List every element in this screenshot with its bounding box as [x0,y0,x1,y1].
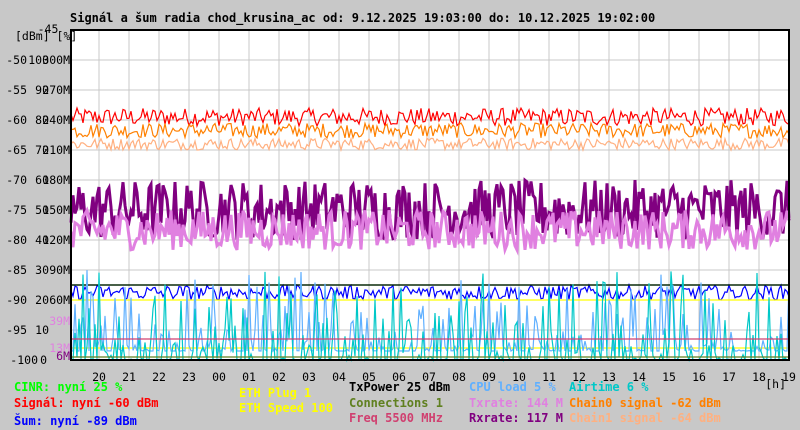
y-tick-rate: 150M [42,203,70,217]
legend-eth-speed: ETH Speed 100 [239,401,333,415]
y-tick-rate: 270M [42,83,70,97]
y-tick-dbm: -55 [6,83,27,97]
y-tick-rate: 180M [42,173,70,187]
x-tick-label: 17 [722,370,736,384]
x-tick-label: 21 [122,370,136,384]
legend-noise: Šum: nyní -89 dBm [14,414,137,428]
x-tick-label: 02 [272,370,286,384]
chart: 20 21 22 23 00 01 02 03 04 05 06 07 08 09 10 11 12 13 14 15… [6,22,796,391]
x-tick-label: 00 [212,370,226,384]
y-tick-dbm: -45 [38,22,59,36]
x-tick-label: 08 [452,370,466,384]
legend-chain1: Chain1 signal -64 dBm [569,411,721,425]
x-tick-label: 16 [692,370,706,384]
y-tick-rate: 90M [49,263,70,277]
y-tick-rate-extra: 6M [56,349,70,363]
legend-rxrate: Rxrate: 117 M [469,411,563,425]
y-tick-rate: 240M [42,113,70,127]
legend-txrate: Txrate: 144 M [469,396,563,410]
y-tick-dbm: -75 [6,203,27,217]
x-tick-label: 18 [752,370,766,384]
y-tick-pct: 0 [40,353,47,367]
x-tick-label: 22 [152,370,166,384]
y-tick-dbm: -95 [6,323,27,337]
legend-txpower: TxPower 25 dBm [349,380,451,394]
y-tick-dbm: -60 [6,113,27,127]
y-tick-rate-extra: 39M [49,314,70,328]
legend-connections: Connections 1 [349,396,443,410]
x-tick-label: 01 [242,370,256,384]
y-tick-rate: 60M [49,293,70,307]
legend-cinr: CINR: nyní 25 % [14,380,123,394]
y-tick-rate: 300M [42,53,70,67]
x-tick-label: 03 [302,370,316,384]
y-tick-dbm: -70 [6,173,27,187]
y-tick-dbm: -100 [10,353,38,367]
legend-cpu: CPU load 5 % [469,380,556,394]
legend-chain0: Chain0 signal -62 dBm [569,396,721,410]
x-tick-label: 04 [332,370,346,384]
x-tick-label: 15 [662,370,676,384]
y-tick-dbm: -80 [6,233,27,247]
legend-freq: Freq 5500 MHz [349,411,443,425]
legend-signal: Signál: nyní -60 dBm [14,396,159,410]
y-tick-dbm: -85 [6,263,27,277]
x-tick-label: 23 [182,370,196,384]
y-tick-pct: 10 [35,323,49,337]
legend-eth-plug: ETH Plug 1 [239,386,312,400]
y-tick-dbm: -65 [6,143,27,157]
y-tick-pct: 30 [35,263,49,277]
y-tick-rate: 120M [42,233,70,247]
y-tick-dbm: -90 [6,293,27,307]
y-tick-pct: 20 [35,293,49,307]
y-tick-dbm: -50 [6,53,27,67]
legend-airtime: Airtime 6 % [569,380,649,394]
y-tick-rate: 210M [42,143,70,157]
x-axis-label: [h] [765,377,786,391]
